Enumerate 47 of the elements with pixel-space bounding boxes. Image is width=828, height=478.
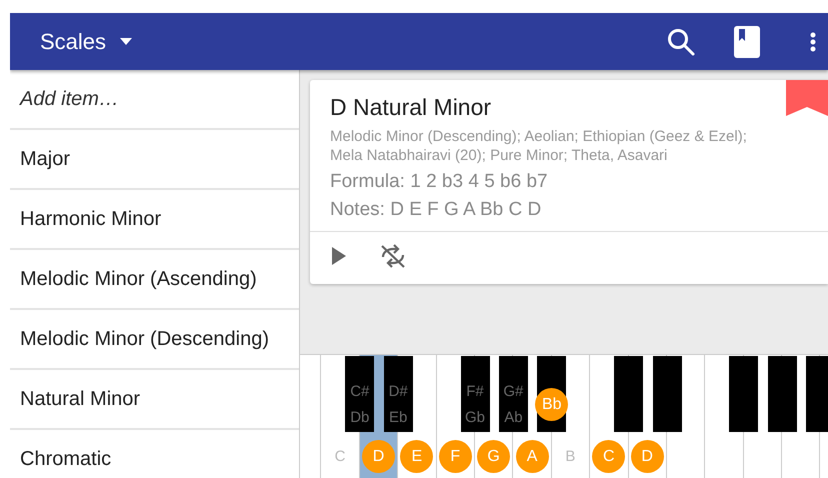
note-label: C# [349, 383, 370, 400]
natural-key[interactable]: F [436, 432, 475, 478]
natural-key[interactable]: B [552, 432, 590, 478]
scale-aliases: Melodic Minor (Descending); Aeolian; Ethiopian (Geez & Ezel); Mela Natabhairavi (20); Pure Minor; Theta, Asavari [330, 127, 748, 165]
note-label: C [334, 447, 346, 467]
scale-title: D Natural Minor [330, 94, 492, 121]
note-marker: Bb [535, 388, 568, 422]
natural-key[interactable]: D [360, 432, 398, 478]
natural-key[interactable]: A [513, 432, 552, 478]
note-marker: D [630, 440, 664, 473]
sharp-key[interactable]: F# Gb [460, 356, 490, 432]
note-marker: F [438, 440, 472, 473]
note-label: Db [349, 409, 370, 426]
note-label: Ab [503, 409, 524, 426]
bookmark-icon[interactable] [786, 80, 828, 116]
natural-key[interactable]: C [590, 432, 629, 478]
book-icon[interactable] [734, 26, 760, 58]
sharp-key[interactable] [729, 356, 758, 432]
sharp-key[interactable] [768, 356, 797, 432]
sharp-key[interactable]: C# Db [345, 356, 374, 432]
scale-formula: Formula: 1 2 b3 4 5 b6 b7 [330, 171, 549, 193]
sharp-key[interactable] [614, 356, 644, 432]
shuffle-off-icon[interactable] [380, 244, 406, 268]
scales-dropdown[interactable]: Scales [40, 28, 132, 54]
note-label: B [565, 447, 576, 467]
note-label: Gb [464, 409, 486, 426]
note-label: Eb [388, 409, 408, 426]
caret-icon [120, 38, 132, 45]
natural-key[interactable]: D [628, 432, 667, 478]
search-icon[interactable] [666, 26, 696, 56]
note-marker: G [477, 440, 510, 473]
note-marker: E [400, 440, 434, 473]
note-label: F# [465, 383, 485, 400]
play-icon[interactable] [332, 247, 346, 265]
note-marker: C [592, 440, 626, 473]
more-icon[interactable] [810, 32, 816, 52]
sharp-key[interactable]: G# Ab [498, 356, 528, 432]
note-marker: D [362, 440, 395, 473]
natural-key[interactable]: E [398, 432, 437, 478]
scale-notes: Notes: D E F G A Bb C D [330, 199, 542, 221]
note-label: D# [388, 383, 409, 400]
note-label: G# [502, 383, 524, 400]
natural-key[interactable]: G [474, 432, 514, 478]
note-marker: A [516, 440, 549, 473]
sharp-key[interactable]: D# Eb [384, 356, 413, 432]
sharp-key[interactable]: Bb [537, 356, 566, 432]
sharp-key[interactable] [652, 356, 682, 432]
